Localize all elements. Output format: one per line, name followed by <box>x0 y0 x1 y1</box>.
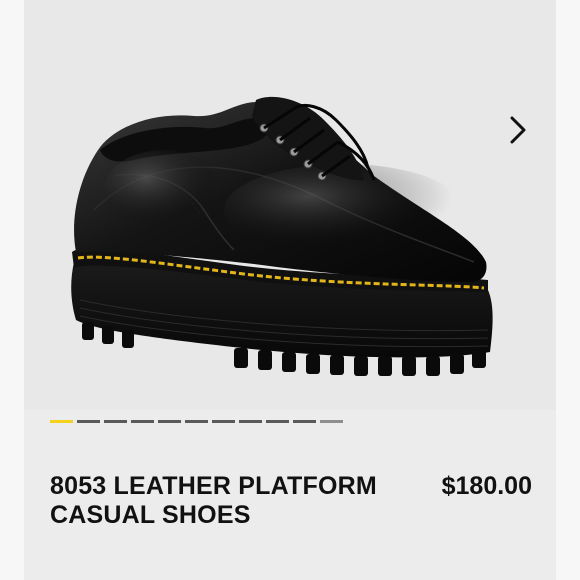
product-card: 8053 LEATHER PLATFORM CASUAL SHOES $180.… <box>0 0 580 580</box>
right-margin <box>556 0 580 580</box>
product-title: 8053 LEATHER PLATFORM CASUAL SHOES <box>50 472 377 529</box>
pager-dot-7[interactable] <box>212 420 235 423</box>
image-pager <box>50 420 343 423</box>
pager-dot-8[interactable] <box>239 420 262 423</box>
pager-dot-5[interactable] <box>158 420 181 423</box>
pager-dot-2[interactable] <box>77 420 100 423</box>
pager-dot-1[interactable] <box>50 420 73 423</box>
pager-dot-6[interactable] <box>185 420 208 423</box>
shoe-illustration <box>71 96 493 376</box>
pager-dot-10[interactable] <box>293 420 316 423</box>
pager-dot-3[interactable] <box>104 420 127 423</box>
chevron-right-icon <box>510 116 526 144</box>
next-image-button[interactable] <box>496 108 540 152</box>
pager-dot-11[interactable] <box>320 420 343 423</box>
left-margin <box>0 0 24 580</box>
pager-dot-9[interactable] <box>266 420 289 423</box>
product-price: $180.00 <box>441 472 532 500</box>
product-image[interactable] <box>24 0 556 410</box>
pager-dot-4[interactable] <box>131 420 154 423</box>
